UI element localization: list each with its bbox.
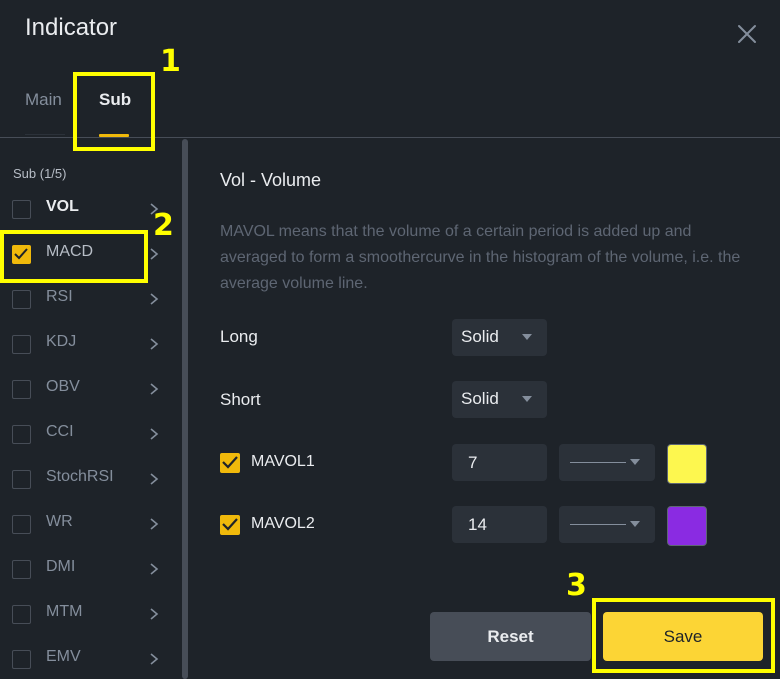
long-label: Long (220, 327, 258, 346)
dialog-title: Indicator (25, 14, 118, 41)
sidebar-heading: Sub (1/5) (13, 166, 67, 181)
chevron-right-icon (150, 608, 159, 620)
checkbox[interactable] (12, 290, 31, 309)
chevron-right-icon (150, 563, 159, 575)
mavol1-checkbox[interactable] (220, 453, 240, 473)
sidebar-item-rsi[interactable]: RSI (0, 280, 172, 325)
chevron-right-icon (150, 293, 159, 305)
select-value: Solid (461, 389, 499, 408)
long-style-select[interactable]: Solid (452, 319, 547, 356)
sidebar-item-label: VOL (46, 198, 79, 215)
mavol1-period-input[interactable] (452, 444, 547, 481)
check-icon (222, 518, 238, 531)
short-label: Short (220, 390, 261, 409)
reset-button[interactable]: Reset (430, 612, 591, 661)
caret-down-icon (630, 521, 640, 527)
mavol1-color-swatch[interactable] (667, 444, 707, 484)
sidebar-item-label: DMI (46, 558, 76, 575)
checkbox[interactable] (12, 425, 31, 444)
chevron-right-icon (150, 428, 159, 440)
sidebar-item-label: CCI (46, 423, 74, 440)
mavol2-label: MAVOL2 (251, 515, 315, 532)
mavol2-line-style-select[interactable] (559, 506, 655, 543)
chevron-right-icon (150, 383, 159, 395)
checkbox[interactable] (12, 200, 31, 219)
tab-main[interactable]: Main (25, 90, 62, 110)
sidebar-scrollbar[interactable] (182, 139, 188, 679)
sidebar-item-dmi[interactable]: DMI (0, 550, 172, 595)
check-icon (222, 456, 238, 469)
sidebar-item-emv[interactable]: EMV (0, 640, 172, 679)
sidebar-item-mtm[interactable]: MTM (0, 595, 172, 640)
sidebar-item-obv[interactable]: OBV (0, 370, 172, 415)
sidebar-item-kdj[interactable]: KDJ (0, 325, 172, 370)
tab-main-underline (25, 134, 65, 135)
panel-description: MAVOL means that the volume of a certain… (220, 223, 741, 292)
sidebar-item-label: EMV (46, 648, 81, 665)
sidebar-item-label: RSI (46, 288, 73, 305)
chevron-right-icon (150, 518, 159, 530)
sidebar-item-cci[interactable]: CCI (0, 415, 172, 460)
short-style-select[interactable]: Solid (452, 381, 547, 418)
select-value: Solid (461, 327, 499, 346)
checkbox[interactable] (12, 605, 31, 624)
sidebar-item-label: StochRSI (46, 468, 114, 485)
sidebar-item-label: MACD (46, 243, 94, 260)
mavol2-checkbox[interactable] (220, 515, 240, 535)
line-style-preview (570, 524, 626, 525)
checkbox[interactable] (12, 380, 31, 399)
caret-down-icon (522, 396, 532, 402)
annotation-number-2: 2 (153, 208, 174, 243)
sidebar-item-macd[interactable]: MACD (0, 235, 172, 280)
panel-title: Vol - Volume (220, 170, 322, 190)
checkbox[interactable] (12, 335, 31, 354)
mavol2-period-input[interactable] (452, 506, 547, 543)
sidebar-item-vol[interactable]: VOL (0, 190, 172, 235)
mavol1-label: MAVOL1 (251, 453, 315, 470)
sidebar-item-label: KDJ (46, 333, 77, 350)
check-icon (14, 248, 28, 260)
line-style-preview (570, 462, 626, 463)
chevron-right-icon (150, 653, 159, 665)
caret-down-icon (522, 334, 532, 340)
annotation-number-1: 1 (160, 44, 181, 79)
mavol2-color-swatch[interactable] (667, 506, 707, 546)
sidebar-item-label: OBV (46, 378, 80, 395)
checkbox[interactable] (12, 515, 31, 534)
sidebar-item-label: MTM (46, 603, 83, 620)
chevron-right-icon (150, 338, 159, 350)
save-button[interactable]: Save (603, 612, 763, 661)
checkbox[interactable] (12, 560, 31, 579)
mavol1-line-style-select[interactable] (559, 444, 655, 481)
sidebar-item-label: WR (46, 513, 73, 530)
caret-down-icon (630, 459, 640, 465)
annotation-number-3: 3 (566, 568, 587, 603)
chevron-right-icon (150, 248, 159, 260)
chevron-right-icon (150, 473, 159, 485)
checkbox[interactable] (12, 245, 31, 264)
sidebar-item-stochrsi[interactable]: StochRSI (0, 460, 172, 505)
checkbox[interactable] (12, 650, 31, 669)
checkbox[interactable] (12, 470, 31, 489)
close-icon[interactable] (735, 22, 759, 46)
tab-sub[interactable]: Sub (99, 90, 131, 110)
sidebar-item-wr[interactable]: WR (0, 505, 172, 550)
